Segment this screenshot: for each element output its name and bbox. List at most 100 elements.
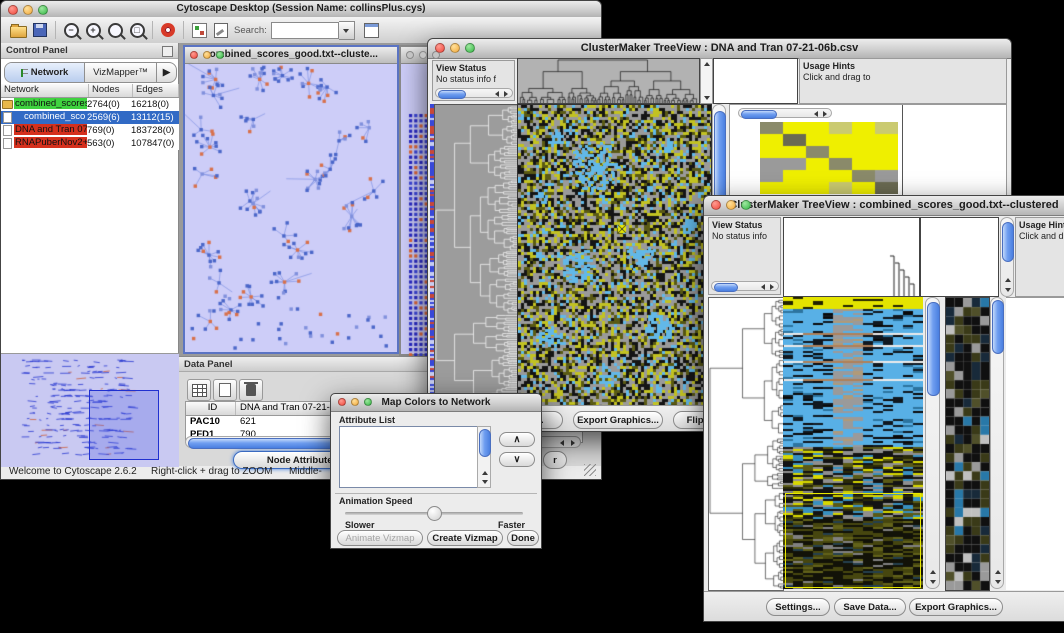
float-panel-icon[interactable] [162, 46, 173, 57]
tab-network[interactable]: Network [5, 63, 85, 82]
network-tree-row[interactable]: DNA and Tran 07 769(0) 183728(0) [1, 124, 179, 137]
export-graphics-button[interactable]: Export Graphics... [909, 598, 1003, 616]
scroll-left-icon[interactable] [761, 284, 765, 290]
zoom-fit-icon[interactable] [104, 20, 126, 40]
resize-grip[interactable] [584, 464, 596, 476]
detail-heatmap-canvas[interactable] [760, 122, 898, 194]
zoom-out-icon[interactable]: − [60, 20, 82, 40]
column-label[interactable] [987, 220, 998, 296]
zoom-window-button[interactable] [364, 398, 372, 406]
column-label[interactable] [934, 220, 945, 296]
done-button[interactable]: Done [507, 530, 539, 546]
close-button[interactable] [435, 43, 445, 53]
minimize-button[interactable] [351, 398, 359, 406]
scroll-right-icon[interactable] [504, 91, 508, 97]
zoom-selected-icon[interactable]: □ [126, 20, 148, 40]
scroll-down-icon[interactable] [704, 96, 710, 100]
heatmap-vscrollbar[interactable] [925, 297, 940, 589]
open-file-icon[interactable] [7, 20, 29, 40]
scrollbar-thumb[interactable] [438, 90, 466, 99]
save-session-icon[interactable] [29, 20, 51, 40]
column-label[interactable] [729, 61, 741, 103]
network-tree-row[interactable]: combined_sco 2569(6) 13112(15) [1, 111, 179, 124]
scroll-up-icon[interactable] [995, 570, 1001, 574]
create-vizmap-button[interactable]: Create Vizmap [427, 530, 503, 546]
export-graphics-button[interactable]: Export Graphics... [573, 411, 663, 429]
scrollbar-thumb[interactable] [714, 283, 738, 292]
detail-heatmap-canvas[interactable] [945, 297, 990, 591]
scrollbar-thumb[interactable] [992, 300, 1004, 354]
zoom-window-button[interactable] [38, 5, 48, 15]
scroll-left-icon[interactable] [814, 111, 818, 117]
scroll-down-icon[interactable] [482, 480, 488, 484]
close-button[interactable] [338, 398, 346, 406]
heatmap-canvas[interactable] [517, 104, 712, 409]
move-up-button[interactable]: ∧ [499, 432, 535, 447]
new-attribute-icon[interactable] [213, 379, 237, 401]
move-down-button[interactable]: ∨ [499, 452, 535, 467]
speed-slider-thumb[interactable] [427, 506, 442, 521]
column-dendrogram-canvas[interactable] [783, 217, 920, 297]
attribute-browser-icon[interactable] [361, 20, 383, 40]
scroll-down-icon[interactable] [995, 580, 1001, 584]
column-label[interactable] [765, 61, 777, 103]
scrollbar-thumb[interactable] [1002, 222, 1014, 262]
column-label[interactable] [923, 220, 934, 296]
attribute-select-icon[interactable] [187, 379, 211, 401]
column-label[interactable] [741, 61, 753, 103]
labels-vscrollbar[interactable] [1000, 217, 1014, 297]
scroll-right-icon[interactable] [571, 440, 575, 446]
column-label[interactable] [976, 220, 987, 296]
close-button[interactable] [8, 5, 18, 15]
network-tree-row[interactable]: RNAPuberNov2+! 563(0) 107847(0) [1, 137, 179, 150]
tabs-overflow-button[interactable]: ▶ [157, 63, 176, 82]
row-dendrogram-canvas[interactable] [708, 297, 784, 591]
scrollbar-thumb[interactable] [927, 302, 940, 396]
zoom-window-button[interactable] [216, 51, 224, 59]
minimize-button[interactable] [23, 5, 33, 15]
scroll-up-icon[interactable] [930, 570, 936, 574]
network-overview-panel[interactable] [1, 353, 179, 467]
minimize-button[interactable] [726, 200, 736, 210]
heatmap-selection-rect[interactable] [785, 493, 921, 588]
scroll-right-icon[interactable] [823, 111, 827, 117]
scrollbar-thumb[interactable] [479, 429, 491, 457]
column-label[interactable] [753, 61, 765, 103]
tab-vizmapper[interactable]: VizMapper™ [85, 63, 157, 82]
search-dropdown-button[interactable] [339, 21, 355, 40]
detail-vscrollbar[interactable] [990, 297, 1004, 589]
minimize-button[interactable] [450, 43, 460, 53]
scroll-down-icon[interactable] [930, 580, 936, 584]
animate-vizmap-button[interactable]: Animate Vizmap [337, 530, 423, 546]
attribute-list-vscrollbar[interactable] [477, 426, 491, 488]
column-label[interactable] [944, 220, 955, 296]
scroll-up-icon[interactable] [704, 62, 710, 66]
column-label[interactable] [955, 220, 966, 296]
column-dendrogram-canvas[interactable] [517, 58, 700, 104]
close-button[interactable] [711, 200, 721, 210]
help-icon[interactable] [157, 20, 179, 40]
close-button[interactable] [190, 51, 198, 59]
overview-viewport-rect[interactable] [89, 390, 159, 460]
scroll-right-icon[interactable] [770, 284, 774, 290]
minimize-button[interactable] [203, 51, 211, 59]
column-label[interactable] [717, 61, 729, 103]
delete-attribute-icon[interactable] [239, 379, 263, 401]
hscrollbar[interactable] [435, 88, 513, 98]
scroll-up-icon[interactable] [1005, 278, 1011, 282]
scroll-left-icon[interactable] [495, 91, 499, 97]
column-label[interactable] [966, 220, 977, 296]
network-table-header[interactable]: Network Nodes Edges [1, 84, 179, 98]
hscrollbar[interactable] [711, 281, 779, 291]
detail-hscrollbar[interactable] [738, 108, 832, 118]
save-data-button[interactable]: Save Data... [834, 598, 906, 616]
network-view-titlebar[interactable]: combined_scores_good.txt--cluste... [185, 47, 397, 64]
scrollbar-thumb[interactable] [741, 110, 777, 119]
treeview-dna-titlebar[interactable]: ClusterMaker TreeView : DNA and Tran 07-… [428, 39, 1011, 59]
scroll-left-icon[interactable] [560, 440, 564, 446]
plugins-icon[interactable] [188, 20, 210, 40]
annotation-icon[interactable] [210, 20, 232, 40]
treeview-combined-titlebar[interactable]: ClusterMaker TreeView : combined_scores_… [704, 196, 1064, 216]
dendrogram-scroll-strip[interactable] [700, 58, 713, 104]
scroll-down-icon[interactable] [1005, 288, 1011, 292]
